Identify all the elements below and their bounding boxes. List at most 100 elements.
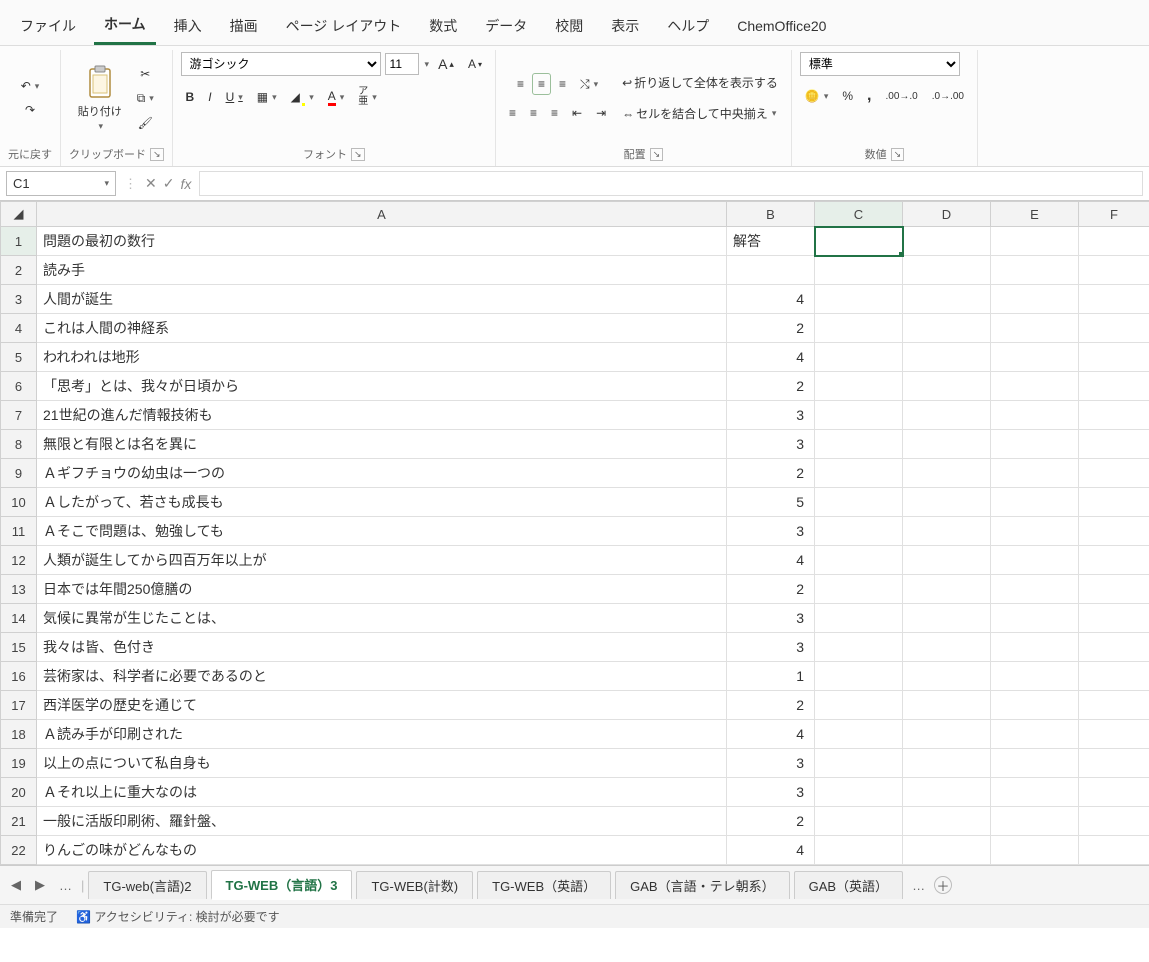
cell[interactable] [815, 401, 903, 430]
cell[interactable] [815, 807, 903, 836]
cell[interactable] [903, 575, 991, 604]
increase-decimal-button[interactable]: .00→.0 [880, 88, 922, 105]
cancel-formula-button[interactable]: ✕ [145, 175, 157, 192]
cell[interactable]: 2 [727, 575, 815, 604]
cell[interactable] [1079, 314, 1149, 343]
cell[interactable]: りんごの味がどんなもの [37, 836, 727, 865]
indent-increase-button[interactable]: ⇥ [591, 103, 611, 123]
col-B[interactable]: B [727, 202, 815, 227]
shrink-font-button[interactable]: A▾ [463, 54, 487, 74]
cell[interactable] [1079, 285, 1149, 314]
orientation-button[interactable]: ⤭▾ [575, 74, 603, 95]
cell[interactable] [903, 778, 991, 807]
row-header[interactable]: 19 [1, 749, 37, 778]
cell[interactable] [815, 604, 903, 633]
cell[interactable] [1079, 778, 1149, 807]
cell[interactable]: 無限と有限とは名を異に [37, 430, 727, 459]
sheet-tab-6[interactable]: GAB（英語） [794, 871, 903, 899]
cell[interactable] [903, 372, 991, 401]
cell[interactable] [815, 633, 903, 662]
align-top-button[interactable]: ≡ [512, 74, 529, 94]
cell[interactable] [1079, 691, 1149, 720]
sheet-tab-3[interactable]: TG-WEB(計数) [356, 871, 473, 899]
cell[interactable] [1079, 459, 1149, 488]
cell[interactable] [1079, 372, 1149, 401]
cell[interactable] [991, 836, 1079, 865]
insert-function-button[interactable]: fx [180, 176, 191, 192]
col-D[interactable]: D [903, 202, 991, 227]
align-left-button[interactable]: ≡ [504, 103, 521, 123]
currency-button[interactable]: 🪙▾ [800, 86, 833, 106]
cell[interactable] [991, 488, 1079, 517]
cell[interactable] [1079, 401, 1149, 430]
cell[interactable] [1079, 836, 1149, 865]
cell[interactable]: Ａそこで問題は、勉強しても [37, 517, 727, 546]
row-header[interactable]: 1 [1, 227, 37, 256]
bold-button[interactable]: B [181, 87, 200, 107]
cell[interactable] [991, 720, 1079, 749]
cell[interactable] [1079, 575, 1149, 604]
cell[interactable]: 3 [727, 517, 815, 546]
row-header[interactable]: 5 [1, 343, 37, 372]
row-header[interactable]: 13 [1, 575, 37, 604]
cell[interactable] [1079, 256, 1149, 285]
cell[interactable]: 人類が誕生してから四百万年以上が [37, 546, 727, 575]
row-header[interactable]: 9 [1, 459, 37, 488]
font-color-button[interactable]: A▾ [323, 86, 350, 109]
cell[interactable]: 2 [727, 314, 815, 343]
cell[interactable] [815, 285, 903, 314]
grow-font-button[interactable]: A▴ [433, 53, 459, 75]
align-launcher[interactable]: ↘ [650, 148, 664, 161]
tab-chemoffice[interactable]: ChemOffice20 [727, 10, 836, 42]
cell[interactable]: 解答 [727, 227, 815, 256]
cell[interactable]: 問題の最初の数行 [37, 227, 727, 256]
cell[interactable] [1079, 227, 1149, 256]
tab-file[interactable]: ファイル [10, 8, 86, 44]
cell[interactable] [903, 401, 991, 430]
cell[interactable] [815, 749, 903, 778]
cell[interactable] [903, 285, 991, 314]
indent-decrease-button[interactable]: ⇤ [567, 103, 587, 123]
cell[interactable] [991, 749, 1079, 778]
cell[interactable]: 4 [727, 546, 815, 575]
tab-formulas[interactable]: 数式 [419, 8, 467, 44]
cell[interactable] [903, 749, 991, 778]
cell[interactable] [991, 575, 1079, 604]
sheet-tab-5[interactable]: GAB（言語・テレ朝系） [615, 871, 789, 899]
cell[interactable]: 3 [727, 633, 815, 662]
cell[interactable]: われわれは地形 [37, 343, 727, 372]
font-launcher[interactable]: ↘ [351, 148, 365, 161]
cell[interactable] [903, 343, 991, 372]
cell[interactable]: 気候に異常が生じたことは、 [37, 604, 727, 633]
row-header[interactable]: 10 [1, 488, 37, 517]
cell[interactable] [991, 285, 1079, 314]
row-header[interactable]: 8 [1, 430, 37, 459]
cell[interactable] [1079, 343, 1149, 372]
cell[interactable] [727, 256, 815, 285]
row-header[interactable]: 7 [1, 401, 37, 430]
cell[interactable]: 我々は皆、色付き [37, 633, 727, 662]
wrap-text-button[interactable]: ↩折り返して全体を表示する [617, 71, 783, 94]
formula-input[interactable] [199, 171, 1143, 196]
col-A[interactable]: A [37, 202, 727, 227]
cell[interactable] [815, 372, 903, 401]
cell[interactable] [903, 430, 991, 459]
cell[interactable]: 4 [727, 285, 815, 314]
enter-formula-button[interactable]: ✓ [163, 175, 175, 192]
select-all-button[interactable]: ◢ [1, 202, 37, 227]
redo-button[interactable]: ↷ [20, 100, 40, 120]
undo-button[interactable]: ↶▾ [16, 76, 45, 96]
cell[interactable] [991, 430, 1079, 459]
underline-button[interactable]: U▾ [221, 87, 248, 107]
row-header[interactable]: 21 [1, 807, 37, 836]
row-header[interactable]: 22 [1, 836, 37, 865]
comma-button[interactable]: , [862, 84, 876, 108]
cell[interactable] [815, 256, 903, 285]
cell[interactable] [903, 546, 991, 575]
row-header[interactable]: 2 [1, 256, 37, 285]
font-name-select[interactable]: 游ゴシック [181, 52, 381, 76]
cell[interactable] [903, 314, 991, 343]
align-bottom-button[interactable]: ≡ [554, 74, 571, 94]
cell[interactable]: 3 [727, 430, 815, 459]
cell[interactable]: 21世紀の進んだ情報技術も [37, 401, 727, 430]
